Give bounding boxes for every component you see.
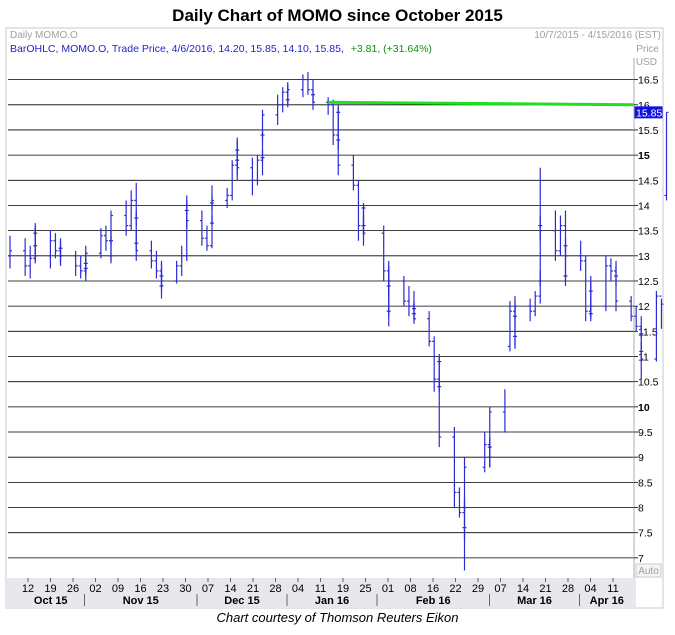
y-tick-label: 7.5 xyxy=(638,528,653,540)
panel-name: Daily MOMO.O xyxy=(10,30,78,41)
y-tick-label: 8.5 xyxy=(638,477,653,489)
x-tick-label: 28 xyxy=(562,583,574,595)
x-tick-label: 16 xyxy=(134,583,146,595)
month-label: Nov 15 xyxy=(123,595,159,607)
month-label: Jan 16 xyxy=(315,595,349,607)
panel-date-range: 10/7/2015 - 4/15/2016 (EST) xyxy=(534,30,661,41)
x-tick-label: 21 xyxy=(247,583,259,595)
auto-scale-label: Auto xyxy=(638,566,659,577)
y-tick-label: 16.5 xyxy=(638,75,659,87)
axis-title-unit: USD xyxy=(636,57,657,68)
legend-ohlc-text: BarOHLC, MOMO.O, Trade Price, 4/6/2016, … xyxy=(10,43,432,55)
y-tick-label: 9 xyxy=(638,452,644,464)
chart-caption: Chart courtesy of Thomson Reuters Eikon xyxy=(216,610,459,625)
x-tick-label: 28 xyxy=(269,583,281,595)
y-tick-label: 11 xyxy=(638,351,649,363)
x-tick-label: 22 xyxy=(449,583,461,595)
month-label: Dec 15 xyxy=(224,595,259,607)
x-tick-label: 25 xyxy=(359,583,371,595)
x-tick-label: 09 xyxy=(112,583,124,595)
x-tick-label: 11 xyxy=(315,583,326,595)
y-tick-label: 9.5 xyxy=(638,427,653,439)
y-tick-label: 10 xyxy=(638,402,650,414)
x-tick-label: 26 xyxy=(67,583,79,595)
x-tick-label: 30 xyxy=(179,583,191,595)
y-tick-label: 7 xyxy=(638,553,644,565)
month-label: Oct 15 xyxy=(34,595,68,607)
month-label: Apr 16 xyxy=(590,595,624,607)
y-tick-label: 12 xyxy=(638,301,650,313)
x-tick-label: 29 xyxy=(472,583,484,595)
last-price-label: 15.85 xyxy=(636,107,662,119)
x-tick-label: 16 xyxy=(427,583,439,595)
x-tick-label: 21 xyxy=(539,583,551,595)
x-tick-label: 07 xyxy=(494,583,506,595)
y-tick-label: 8 xyxy=(638,503,644,515)
x-tick-label: 23 xyxy=(157,583,169,595)
y-tick-label: 15 xyxy=(638,150,650,162)
legend-change: +3.81, (+31.64%) xyxy=(351,43,432,55)
y-tick-label: 13.5 xyxy=(638,226,659,238)
y-tick-label: 13 xyxy=(638,251,650,263)
legend-values: BarOHLC, MOMO.O, Trade Price, 4/6/2016, … xyxy=(10,43,344,55)
x-tick-label: 12 xyxy=(22,583,34,595)
x-tick-label: 14 xyxy=(224,583,236,595)
axis-title-price: Price xyxy=(636,44,659,55)
y-tick-label: 15.5 xyxy=(638,125,659,137)
x-tick-label: 08 xyxy=(404,583,416,595)
x-tick-label: 02 xyxy=(89,583,101,595)
ohlc-chart[interactable]: Daily MOMO.O 10/7/2015 - 4/15/2016 (EST)… xyxy=(0,0,675,635)
y-tick-label: 14 xyxy=(638,200,650,212)
x-tick-label: 01 xyxy=(382,583,394,595)
x-tick-label: 14 xyxy=(517,583,529,595)
y-tick-label: 14.5 xyxy=(638,175,659,187)
x-tick-label: 19 xyxy=(44,583,56,595)
x-tick-label: 19 xyxy=(337,583,349,595)
x-tick-label: 07 xyxy=(202,583,214,595)
x-tick-label: 04 xyxy=(292,583,304,595)
x-tick-label: 04 xyxy=(584,583,596,595)
month-label: Mar 16 xyxy=(517,595,552,607)
chart-panel-background xyxy=(5,27,664,609)
month-label: Feb 16 xyxy=(416,595,451,607)
y-tick-label: 12.5 xyxy=(638,276,659,288)
x-tick-label: 11 xyxy=(607,583,618,595)
